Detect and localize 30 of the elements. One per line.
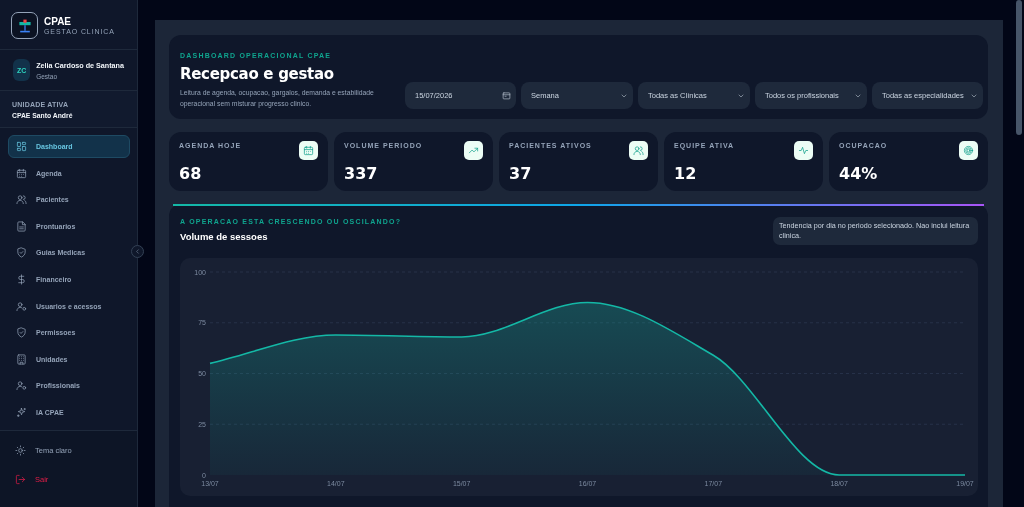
sun-icon <box>15 444 26 456</box>
chart-title: Volume de sessoes <box>180 231 269 242</box>
kpi-value: 68 <box>179 164 203 183</box>
dollar-icon <box>16 273 27 285</box>
logo <box>11 12 38 39</box>
calendar-icon <box>16 167 27 179</box>
shield-check-icon <box>16 327 27 339</box>
kpi-value: 37 <box>509 164 533 183</box>
trend-up-icon <box>468 145 479 156</box>
calendar-icon <box>303 145 314 156</box>
kpi-value: 337 <box>344 164 379 183</box>
kpi-value: 12 <box>674 164 698 183</box>
user-cog-icon <box>16 300 27 312</box>
pulse-icon <box>798 145 809 156</box>
collapse-button[interactable] <box>131 245 144 258</box>
shield-check-icon <box>16 247 27 259</box>
target-icon <box>963 145 974 156</box>
page-title: Recepcao e gestao <box>180 65 335 83</box>
sparkles-icon <box>16 406 27 418</box>
brand-name: CPAE <box>44 16 73 27</box>
users-icon <box>16 194 27 206</box>
calendar-icon <box>502 91 511 100</box>
document-icon <box>16 220 27 232</box>
kpi-value: 44% <box>839 164 879 183</box>
logout-icon <box>15 473 26 485</box>
users-icon <box>633 145 644 156</box>
dashboard-icon <box>16 141 27 152</box>
building-icon <box>16 353 27 365</box>
user-cog-icon <box>16 380 27 392</box>
chevron-left-icon <box>134 248 141 255</box>
